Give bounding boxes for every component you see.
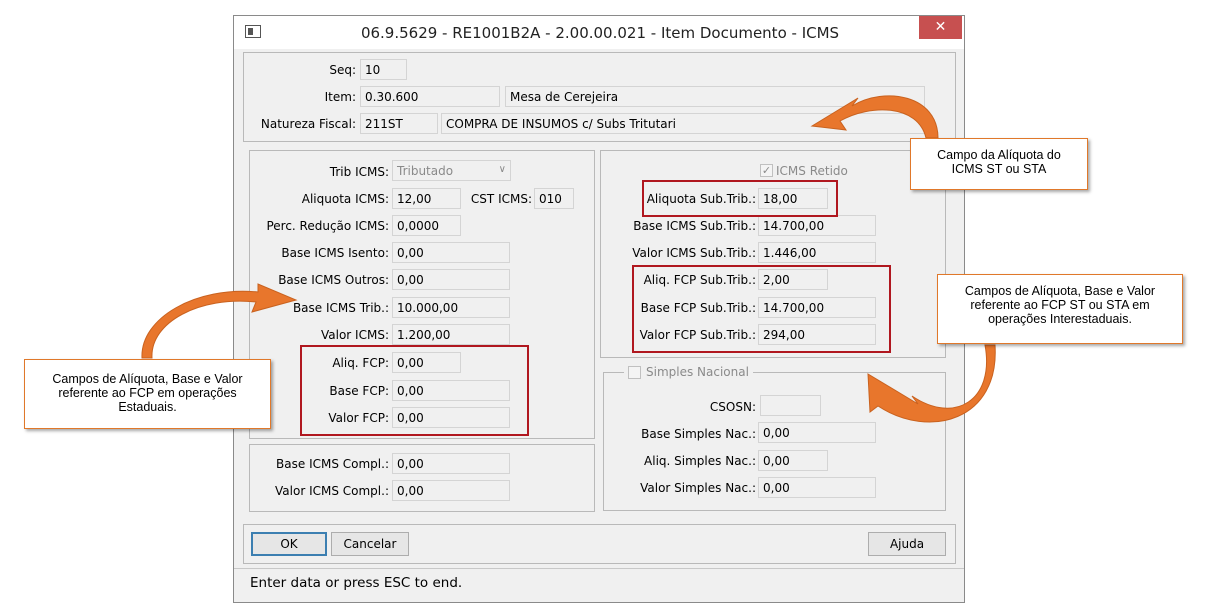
callout-aliquota-st: Campo da Alíquota do ICMS ST ou STA xyxy=(910,138,1088,190)
arrow-fcp-estadual xyxy=(141,283,298,359)
callout-fcp-st: Campos de Alíquota, Base e Valor referen… xyxy=(937,274,1183,344)
arrow-aliquota-st xyxy=(810,95,939,139)
callout-fcp-estadual: Campos de Alíquota, Base e Valor referen… xyxy=(24,359,271,429)
arrow-fcp-st xyxy=(867,344,996,423)
